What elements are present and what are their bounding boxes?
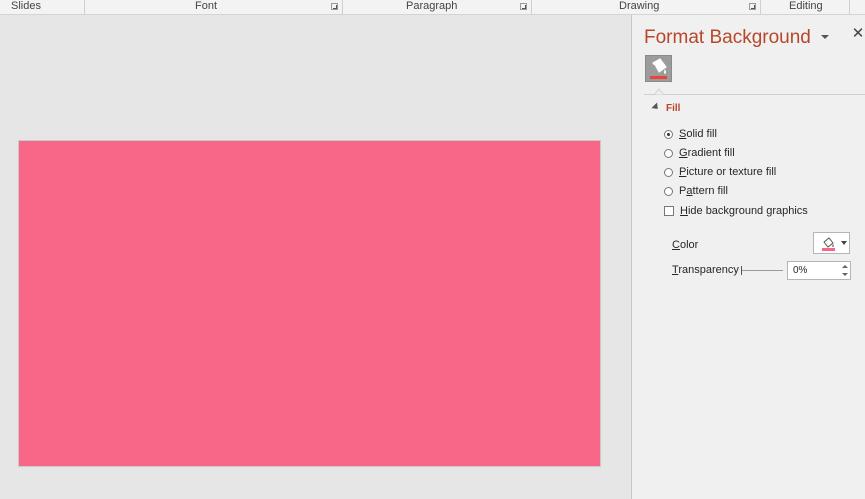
ribbon-group-editing: Editing xyxy=(789,0,823,12)
ribbon-group-font: Font xyxy=(195,0,218,12)
pattern-fill-radio[interactable] xyxy=(664,186,673,196)
ribbon-divider xyxy=(760,0,761,14)
gradient-fill-option[interactable]: Gradient fill xyxy=(664,146,735,160)
fill-color-button[interactable] xyxy=(813,232,850,254)
ribbon-divider xyxy=(531,0,532,14)
slider-track xyxy=(741,270,783,271)
color-label: Color xyxy=(672,239,699,251)
collapse-triangle-icon xyxy=(651,101,661,112)
hide-background-graphics-option[interactable]: Hide background graphics xyxy=(664,204,808,218)
ribbon-divider xyxy=(84,0,85,14)
slide-editing-area xyxy=(0,15,631,499)
color-dropdown-arrow-icon xyxy=(841,241,847,245)
gradient-fill-radio[interactable] xyxy=(664,148,673,158)
transparency-label: Transparency xyxy=(672,264,739,276)
ribbon-group-labels: Slides Font Paragraph Drawing Editing xyxy=(0,0,865,15)
transparency-value: 0% xyxy=(793,265,808,276)
ribbon-group-drawing: Drawing xyxy=(619,0,660,12)
transparency-spinbox[interactable]: 0% xyxy=(787,261,851,280)
ribbon-group-slides: Slides xyxy=(11,0,41,12)
format-background-pane: Format Background ✕ Fill Solid fill Grad… xyxy=(631,15,865,499)
fill-color-bucket-icon xyxy=(822,237,835,251)
font-dialog-launcher-icon[interactable] xyxy=(331,3,338,10)
paint-bucket-icon xyxy=(650,58,667,79)
solid-fill-radio[interactable] xyxy=(664,129,673,139)
pane-title: Format Background xyxy=(644,27,811,48)
fill-section-label: Fill xyxy=(666,102,681,114)
solid-fill-option[interactable]: Solid fill xyxy=(664,127,717,141)
tab-divider xyxy=(644,94,865,95)
spin-down-icon[interactable] xyxy=(842,273,848,276)
slide-canvas[interactable] xyxy=(18,140,601,467)
ribbon-divider xyxy=(849,0,850,14)
hide-background-graphics-label: Hide background graphics xyxy=(680,205,808,217)
picture-texture-fill-option[interactable]: Picture or texture fill xyxy=(664,165,776,179)
fill-section-header[interactable]: Fill xyxy=(651,101,681,115)
paragraph-dialog-launcher-icon[interactable] xyxy=(520,3,527,10)
pane-options-dropdown-icon[interactable] xyxy=(818,32,832,42)
hide-background-graphics-checkbox[interactable] xyxy=(664,206,674,216)
pattern-fill-option[interactable]: Pattern fill xyxy=(664,184,728,198)
solid-fill-label: Solid fill xyxy=(679,128,717,140)
pane-close-button[interactable]: ✕ xyxy=(851,26,865,42)
ribbon-group-paragraph: Paragraph xyxy=(406,0,458,12)
gradient-fill-label: Gradient fill xyxy=(679,147,735,159)
slider-thumb[interactable] xyxy=(741,266,742,275)
pattern-fill-label: Pattern fill xyxy=(679,185,728,197)
transparency-slider[interactable] xyxy=(741,265,783,277)
spin-up-icon[interactable] xyxy=(842,265,848,268)
picture-texture-fill-radio[interactable] xyxy=(664,167,673,177)
picture-texture-fill-label: Picture or texture fill xyxy=(679,166,777,178)
fill-tab[interactable] xyxy=(645,55,672,82)
drawing-dialog-launcher-icon[interactable] xyxy=(749,3,756,10)
ribbon-divider xyxy=(342,0,343,14)
tab-pointer xyxy=(654,88,664,95)
